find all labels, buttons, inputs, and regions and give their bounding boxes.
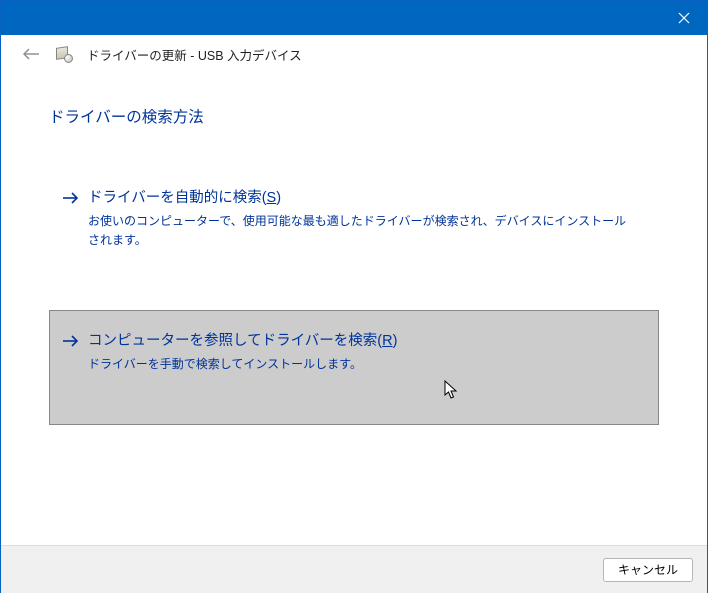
option-title: コンピューターを参照してドライバーを検索(R) [88, 331, 640, 351]
page-heading: ドライバーの検索方法 [49, 105, 659, 127]
dialog-title: ドライバーの更新 - USB 入力デバイス [87, 45, 302, 64]
cancel-button[interactable]: キャンセル [603, 558, 693, 582]
option-browse-computer[interactable]: コンピューターを参照してドライバーを検索(R) ドライバーを手動で検索してインス… [49, 310, 659, 425]
option-search-automatically[interactable]: ドライバーを自動的に検索(S) お使いのコンピューターで、使用可能な最も適したド… [49, 173, 659, 266]
option-title-post: ) [393, 333, 398, 349]
option-title-pre: ドライバーを自動的に検索( [88, 190, 267, 206]
option-title-pre: コンピューターを参照してドライバーを検索( [88, 333, 382, 349]
arrow-right-icon [62, 334, 80, 352]
arrow-right-icon [62, 191, 80, 209]
dialog-footer: キャンセル [1, 545, 707, 593]
option-title: ドライバーを自動的に検索(S) [88, 188, 640, 208]
accelerator-key: R [382, 333, 392, 349]
option-title-post: ) [276, 190, 281, 206]
close-button[interactable] [661, 1, 707, 35]
back-arrow-icon [22, 47, 40, 61]
dialog-header: ドライバーの更新 - USB 入力デバイス [1, 35, 707, 73]
option-description: お使いのコンピューターで、使用可能な最も適したドライバーが検索され、デバイスにイ… [88, 212, 640, 250]
content-area: ドライバーの検索方法 ドライバーを自動的に検索(S) お使いのコンピューターで、… [1, 73, 707, 445]
accelerator-key: S [267, 190, 277, 206]
option-description: ドライバーを手動で検索してインストールします。 [88, 355, 640, 374]
title-bar [1, 1, 707, 35]
close-icon [678, 12, 690, 24]
driver-package-icon [55, 45, 73, 63]
back-button[interactable] [21, 44, 41, 64]
